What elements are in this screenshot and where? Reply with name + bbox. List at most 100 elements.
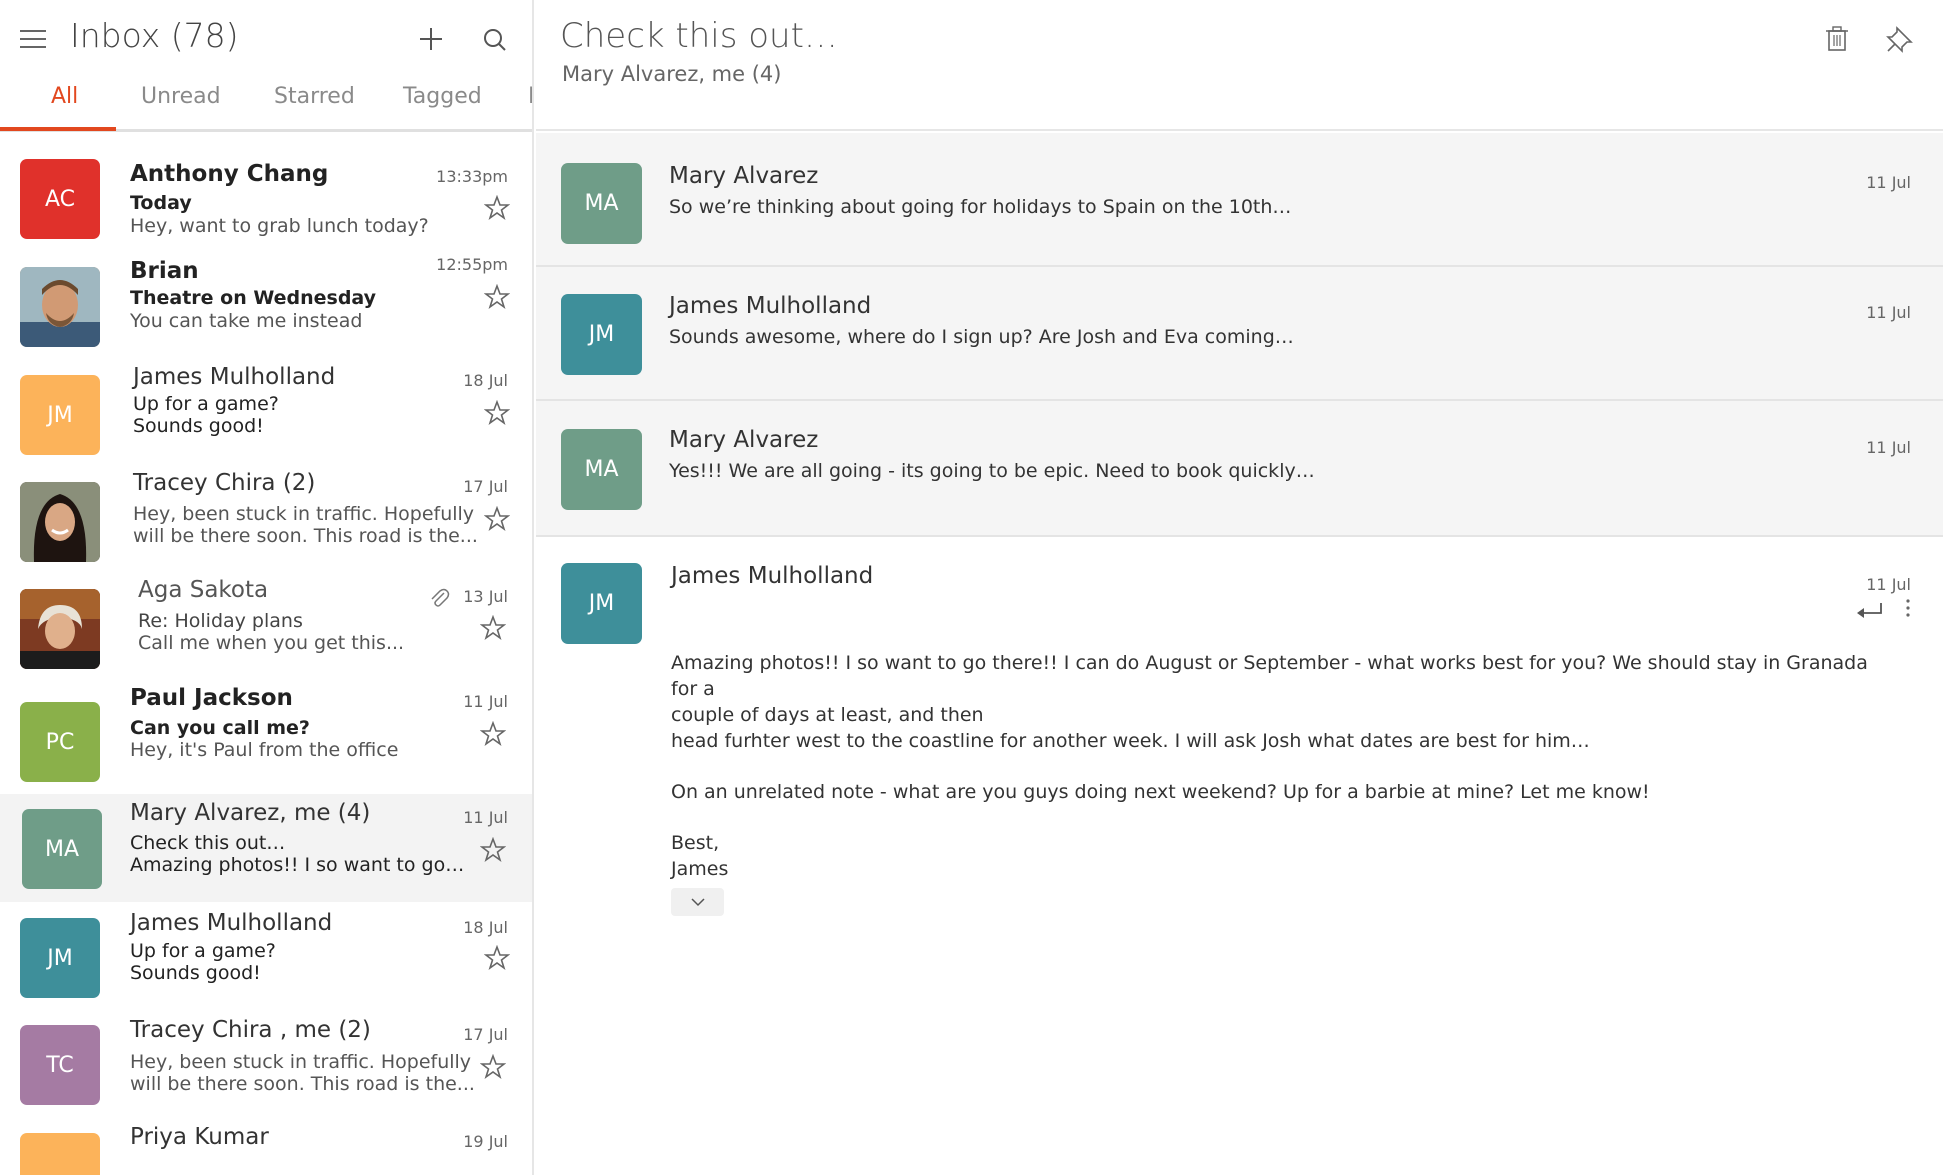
- star-icon[interactable]: [480, 837, 506, 863]
- star-icon[interactable]: [480, 1054, 506, 1080]
- thread-row[interactable]: Aga Sakota Re: Holiday plans Call me whe…: [0, 567, 532, 675]
- avatar: JM: [20, 375, 100, 455]
- attachment-icon: [431, 588, 450, 607]
- star-icon[interactable]: [480, 615, 506, 641]
- avatar: TC: [20, 1025, 100, 1105]
- conversation-title: Check this out…: [560, 16, 838, 56]
- thread-time: 17 Jul: [463, 1025, 508, 1044]
- reply-icon[interactable]: [1855, 599, 1885, 621]
- star-icon[interactable]: [480, 721, 506, 747]
- star-icon[interactable]: [484, 945, 510, 971]
- thread-row[interactable]: PC Paul Jackson Can you call me? Hey, it…: [0, 675, 532, 783]
- star-icon[interactable]: [484, 506, 510, 532]
- thread-row[interactable]: AC Anthony Chang Today Hey, want to grab…: [0, 135, 532, 243]
- thread-sender: Tracey Chira (2): [133, 470, 316, 496]
- thread-row[interactable]: JM James Mulholland Up for a game? Sound…: [0, 351, 532, 459]
- pin-icon[interactable]: [1885, 24, 1915, 54]
- chevron-down-icon: [690, 898, 705, 907]
- tab-more[interactable]: I: [528, 84, 532, 109]
- thread-preview: Hey, been stuck in traffic. Hopefully: [133, 503, 475, 525]
- tab-tagged[interactable]: Tagged: [403, 84, 482, 109]
- thread-time: 11 Jul: [463, 692, 508, 711]
- inbox-title: Inbox (78): [70, 16, 239, 55]
- search-icon[interactable]: [476, 20, 514, 58]
- avatar: JM: [561, 563, 642, 644]
- thread-row[interactable]: TC Tracey Chira , me (2) Hey, been stuck…: [0, 1010, 532, 1118]
- thread-preview: Hey, it's Paul from the office: [130, 739, 399, 761]
- star-icon[interactable]: [484, 195, 510, 221]
- thread-preview: Sounds good!: [130, 962, 261, 984]
- thread-subject: Check this out…: [130, 832, 286, 854]
- thread-row-selected[interactable]: MA Mary Alvarez, me (4) Check this out… …: [0, 794, 532, 902]
- thread-preview: Hey, been stuck in traffic. Hopefully: [130, 1051, 472, 1073]
- thread-subject: Up for a game?: [133, 393, 279, 415]
- message-collapsed[interactable]: MA Mary Alvarez So we’re thinking about …: [536, 133, 1943, 267]
- thread-preview: Sounds good!: [133, 415, 264, 437]
- thread-list-pane: Inbox (78) All Unread Starred Tagged I A…: [0, 0, 534, 1175]
- thread-time: 13:33pm: [436, 167, 508, 186]
- conversation-pane: Check this out… Mary Alvarez, me (4) MA …: [536, 0, 1943, 1175]
- body-line: couple of days at least, and then: [671, 704, 984, 726]
- thread-sender: Anthony Chang: [130, 161, 329, 187]
- message-date: 11 Jul: [1866, 438, 1911, 457]
- message-collapsed[interactable]: JM James Mulholland Sounds awesome, wher…: [536, 267, 1943, 401]
- avatar: PK: [20, 1133, 100, 1175]
- tab-unread[interactable]: Unread: [141, 84, 221, 109]
- thread-subject: Can you call me?: [130, 717, 310, 739]
- thread-sender: Paul Jackson: [130, 685, 293, 711]
- message-date: 11 Jul: [1866, 303, 1911, 322]
- thread-subject: Up for a game?: [130, 940, 276, 962]
- star-icon[interactable]: [484, 400, 510, 426]
- thread-preview: Hey, want to grab lunch today?: [130, 215, 429, 237]
- message-expanded: JM James Mulholland 11 Jul Amazing photo…: [536, 537, 1943, 1175]
- message-body: Amazing photos!! I so want to go there!!…: [671, 650, 1871, 882]
- thread-sender: Aga Sakota: [138, 577, 269, 603]
- active-tab-indicator: [0, 127, 116, 131]
- star-icon[interactable]: [484, 284, 510, 310]
- tab-starred[interactable]: Starred: [274, 84, 355, 109]
- thread-time: 18 Jul: [463, 371, 508, 390]
- thread-row[interactable]: Tracey Chira (2) Hey, been stuck in traf…: [0, 459, 532, 567]
- body-signoff: Best,: [671, 832, 720, 854]
- thread-sender: James Mulholland: [130, 910, 333, 936]
- message-list: MA Mary Alvarez So we’re thinking about …: [536, 133, 1943, 1175]
- thread-sender: Tracey Chira , me (2): [130, 1017, 371, 1043]
- delete-icon[interactable]: [1823, 24, 1851, 54]
- message-snippet: Sounds awesome, where do I sign up? Are …: [669, 326, 1294, 348]
- avatar: JM: [20, 918, 100, 998]
- avatar-photo: [20, 482, 100, 562]
- avatar: MA: [561, 163, 642, 244]
- thread-time: 13 Jul: [463, 587, 508, 606]
- message-snippet: Yes!!! We are all going - its going to b…: [669, 460, 1315, 482]
- thread-row[interactable]: PK Priya Kumar 19 Jul: [0, 1118, 532, 1175]
- thread-time: 11 Jul: [463, 808, 508, 827]
- thread-row[interactable]: JM James Mulholland Up for a game? Sound…: [0, 902, 532, 1010]
- avatar: AC: [20, 159, 100, 239]
- thread-sender: Priya Kumar: [130, 1124, 269, 1150]
- thread-sender: James Mulholland: [133, 364, 336, 390]
- conversation-header: Check this out… Mary Alvarez, me (4): [536, 0, 1943, 131]
- avatar: MA: [22, 809, 102, 889]
- avatar-photo: [20, 267, 100, 347]
- more-options-icon[interactable]: [1903, 595, 1913, 621]
- avatar: JM: [561, 294, 642, 375]
- message-sender: James Mulholland: [671, 563, 874, 589]
- tab-all[interactable]: All: [51, 84, 78, 109]
- filter-tabs: All Unread Starred Tagged I: [0, 78, 532, 132]
- thread-preview-line2: will be there soon. This road is the...: [130, 1073, 475, 1095]
- thread-time: 12:55pm: [436, 255, 508, 274]
- show-quoted-button[interactable]: [671, 888, 724, 916]
- thread-preview: Amazing photos!! I so want to go…: [130, 854, 465, 876]
- body-line: Amazing photos!! I so want to go there!!…: [671, 652, 1868, 700]
- thread-time: 17 Jul: [463, 477, 508, 496]
- avatar: PC: [20, 702, 100, 782]
- thread-preview: Call me when you get this...: [138, 632, 405, 654]
- body-line: head furhter west to the coastline for a…: [671, 730, 1590, 752]
- add-icon[interactable]: [412, 20, 450, 58]
- menu-icon[interactable]: [20, 30, 46, 50]
- message-collapsed[interactable]: MA Mary Alvarez Yes!!! We are all going …: [536, 401, 1943, 537]
- thread-subject: Re: Holiday plans: [138, 610, 303, 632]
- thread-row[interactable]: Brian Theatre on Wednesday You can take …: [0, 243, 532, 351]
- thread-sender: Mary Alvarez, me (4): [130, 800, 371, 826]
- thread-preview: You can take me instead: [130, 310, 363, 332]
